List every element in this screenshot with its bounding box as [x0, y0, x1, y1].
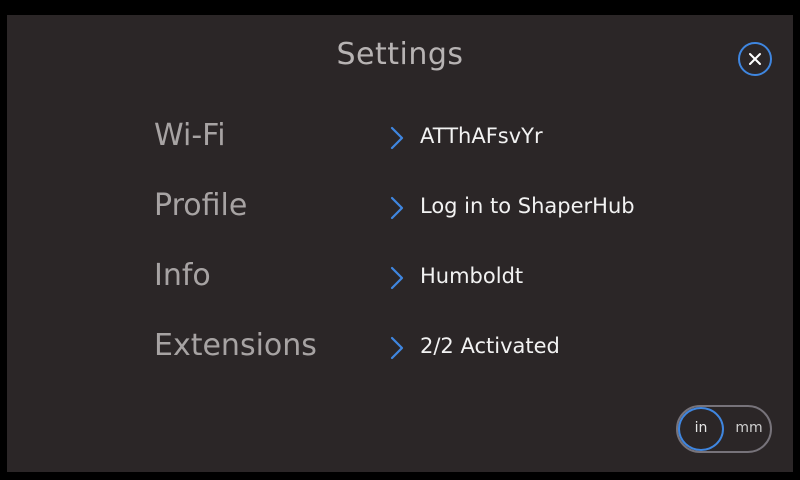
info-label: Info	[154, 258, 211, 293]
settings-row-wifi[interactable]: Wi-Fi ATThAFsvYr	[7, 112, 793, 162]
unit-toggle[interactable]: in mm	[676, 405, 772, 453]
settings-row-extensions[interactable]: Extensions 2/2 Activated	[7, 322, 793, 372]
chevron-right-icon	[390, 266, 404, 290]
profile-label: Profile	[154, 188, 248, 223]
info-value: Humboldt	[420, 264, 524, 288]
wifi-label: Wi-Fi	[154, 118, 226, 153]
chevron-right-icon	[390, 196, 404, 220]
chevron-right-icon	[390, 126, 404, 150]
settings-row-info[interactable]: Info Humboldt	[7, 252, 793, 302]
chevron-right-icon	[390, 336, 404, 360]
wifi-network-name: ATThAFsvYr	[420, 124, 543, 148]
close-icon	[749, 53, 761, 65]
extensions-value: 2/2 Activated	[420, 334, 560, 358]
close-button[interactable]	[738, 42, 772, 76]
settings-screen: Settings Wi-Fi ATThAFsvYr Profile Log in…	[7, 15, 793, 472]
unit-option-in[interactable]: in	[678, 420, 724, 436]
page-title: Settings	[336, 37, 464, 72]
extensions-label: Extensions	[154, 328, 317, 363]
unit-option-mm[interactable]: mm	[728, 420, 770, 436]
settings-row-profile[interactable]: Profile Log in to ShaperHub	[7, 182, 793, 232]
profile-value: Log in to ShaperHub	[420, 194, 635, 218]
